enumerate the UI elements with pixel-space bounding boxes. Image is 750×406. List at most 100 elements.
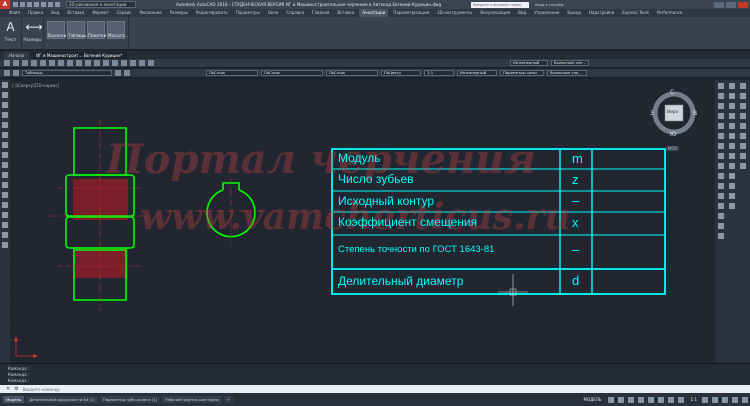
ribbon-tab[interactable]: Визуализация (477, 9, 513, 17)
ortho-icon[interactable] (627, 396, 634, 403)
rotate-icon[interactable] (717, 143, 724, 149)
tables-button[interactable]: Таблицы (67, 21, 86, 39)
saveas-icon[interactable] (34, 2, 39, 7)
snap-tangent-icon[interactable] (739, 133, 746, 139)
snap-nearest-icon[interactable] (739, 153, 746, 159)
revcloud-icon[interactable] (2, 142, 8, 148)
annotation-scale[interactable]: 1:1 (691, 397, 697, 402)
ellipse-icon[interactable] (2, 162, 8, 168)
leaders-button[interactable]: Выноски (47, 21, 66, 39)
gradient-icon[interactable] (2, 212, 8, 218)
join-icon[interactable] (717, 203, 724, 209)
close-button[interactable] (738, 1, 748, 8)
ribbon-tab[interactable]: Управление (531, 9, 562, 17)
fillet-icon[interactable] (717, 223, 724, 229)
signin-link[interactable]: Вход в службы (535, 3, 563, 7)
dimensions-button[interactable]: ⟷ Размеры (22, 17, 44, 50)
make-block-icon[interactable] (2, 182, 8, 188)
design-center-icon[interactable] (130, 60, 136, 66)
calculator-icon[interactable] (148, 60, 154, 66)
stretch-icon[interactable] (717, 163, 724, 169)
save-icon[interactable] (22, 60, 28, 66)
open-icon[interactable] (20, 2, 25, 7)
mleader-dropdown[interactable]: Выносные эле... (547, 70, 587, 76)
ribbon-tab[interactable]: Вставка (64, 9, 87, 17)
snap-icon[interactable] (617, 396, 624, 403)
linear-dim-icon[interactable] (728, 83, 735, 89)
move-icon[interactable] (717, 133, 724, 139)
minimize-button[interactable] (714, 1, 724, 8)
drawing-canvas[interactable]: Портал черчения www.vamcherticus.ru Моду… (10, 80, 715, 363)
tab-drawing[interactable]: ИГ и Машиностроит... Евгений Курицин* (31, 52, 128, 59)
save-icon[interactable] (27, 2, 32, 7)
radius-icon[interactable] (728, 123, 735, 129)
ribbon-tab[interactable]: Параметры (233, 9, 263, 17)
ribbon-tab[interactable]: Express Tools (619, 9, 652, 17)
ribbon-tab[interactable]: Надстройки (586, 9, 617, 17)
lineweight-icon[interactable] (667, 396, 674, 403)
polyline-icon[interactable] (2, 92, 8, 98)
viewport-controls[interactable]: [-][Сверху][2D-каркас] (12, 83, 59, 88)
chamfer-icon[interactable] (717, 213, 724, 219)
quick-dim-icon[interactable] (728, 163, 735, 169)
tolerance-icon[interactable] (728, 193, 735, 199)
redo-icon[interactable] (55, 2, 60, 7)
pan-icon[interactable] (94, 60, 100, 66)
ribbon-tab[interactable]: Вид (48, 9, 62, 17)
viewcube-south[interactable]: Ю (670, 131, 676, 138)
annotation-scale-dropdown[interactable]: 1:1 (424, 70, 454, 76)
snap-none-icon[interactable] (739, 163, 746, 169)
ribbon-tab[interactable]: Вставка (334, 9, 357, 17)
markup-button[interactable]: Пометки (87, 21, 106, 39)
search-input[interactable]: Введите ключевое слово/фразу (471, 1, 530, 13)
print-icon[interactable] (31, 60, 37, 66)
selection-cycling-icon[interactable] (677, 396, 684, 403)
cut-icon[interactable] (40, 60, 46, 66)
table-icon[interactable] (2, 232, 8, 238)
layer-manager-icon[interactable] (4, 70, 10, 76)
mirror-icon[interactable] (717, 103, 724, 109)
maximize-button[interactable] (726, 1, 736, 8)
center-mark-icon[interactable] (728, 203, 735, 209)
print-icon[interactable] (41, 2, 46, 7)
baseline-icon[interactable] (728, 173, 735, 179)
lineweight-dropdown[interactable]: ПоСлою (326, 70, 378, 76)
ribbon-tab[interactable]: Сервис (114, 9, 135, 17)
layout-tab[interactable]: Параметры зубч.колеса (1) (99, 396, 161, 403)
add-layout-button[interactable]: + (223, 396, 234, 403)
workspace-icon[interactable] (712, 396, 718, 403)
osnap-icon[interactable] (647, 396, 654, 403)
snap-midpoint-icon[interactable] (739, 93, 746, 99)
command-input[interactable] (22, 386, 323, 392)
ribbon-tab[interactable]: Формат (89, 9, 111, 17)
snap-perpendicular-icon[interactable] (739, 143, 746, 149)
ribbon-tab[interactable]: 3D-инструменты (434, 9, 475, 17)
layer-previous-icon[interactable] (124, 70, 130, 76)
customization-icon[interactable] (742, 396, 748, 403)
redo-icon[interactable] (85, 60, 91, 66)
annotation-visibility-icon[interactable] (702, 396, 708, 403)
grid-icon[interactable] (607, 396, 614, 403)
explode-icon[interactable] (717, 233, 724, 239)
polar-icon[interactable] (637, 396, 644, 403)
viewcube-east[interactable]: В (693, 110, 697, 117)
continue-icon[interactable] (728, 183, 735, 189)
snap-center-icon[interactable] (739, 113, 746, 119)
ordinate-icon[interactable] (728, 113, 735, 119)
new-icon[interactable] (4, 60, 10, 66)
scale-button[interactable]: Масшта... (107, 21, 128, 39)
ribbon-tab[interactable]: Окно (265, 9, 282, 17)
layout-tab[interactable]: Делительный окружности А4 (1) (26, 396, 98, 403)
copy-icon[interactable] (49, 60, 55, 66)
open-icon[interactable] (13, 60, 19, 66)
linetype-dropdown[interactable]: ПоСлою (261, 70, 323, 76)
circle-icon[interactable] (2, 132, 8, 138)
layout-tab-model[interactable]: Модель (3, 396, 25, 403)
fullscreen-icon[interactable] (732, 396, 738, 403)
match-properties-icon[interactable] (67, 60, 73, 66)
color-dropdown[interactable]: ПоСлою (206, 70, 258, 76)
break-icon[interactable] (717, 193, 724, 199)
undo-icon[interactable] (48, 2, 53, 7)
autocad-logo-button[interactable]: A (0, 0, 10, 9)
arc-length-icon[interactable] (728, 103, 735, 109)
